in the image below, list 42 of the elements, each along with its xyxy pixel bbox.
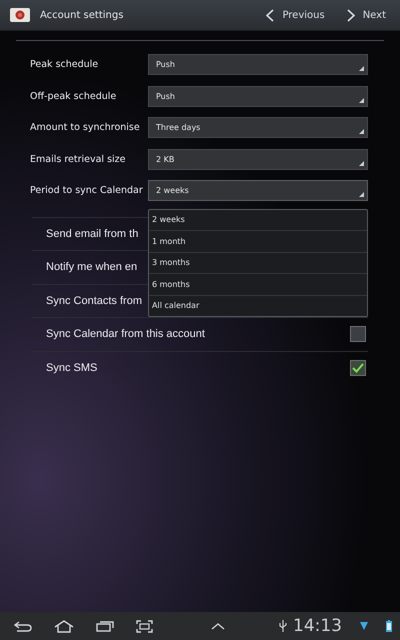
dropdown-arrow-icon: [359, 129, 364, 134]
dropdown[interactable]: 2 KB: [148, 148, 368, 170]
checkbox[interactable]: [350, 326, 366, 342]
screenshot-icon[interactable]: [136, 620, 153, 632]
menu-item[interactable]: 6 months: [149, 274, 367, 296]
setting-label: Sync Contacts from: [46, 294, 142, 307]
setting-label: Send email from th: [46, 228, 138, 240]
setting-label: Peak schedule: [30, 59, 100, 70]
wifi-icon: [360, 621, 368, 631]
next-button[interactable]: Next: [342, 8, 390, 22]
dropdown[interactable]: Three days: [148, 117, 368, 138]
app-icon: [10, 8, 30, 22]
menu-item[interactable]: 2 weeks: [149, 210, 367, 231]
dropdown[interactable]: Push: [148, 86, 368, 107]
setting-label: Off-peak schedule: [30, 90, 118, 102]
recent-apps-icon[interactable]: [96, 620, 114, 632]
dropdown-arrow-icon: [359, 98, 364, 103]
setting-label: Sync Calendar from this account: [46, 328, 205, 340]
clock: 14:13: [293, 616, 342, 636]
window-title: Account settings: [40, 10, 124, 20]
setting-label: Notify me when en: [46, 261, 138, 274]
dropdown-arrow-icon: [359, 66, 364, 72]
setting-label: Period to sync Calendar: [30, 185, 144, 196]
chevron-right-icon: [346, 8, 355, 22]
caret-icon[interactable]: [211, 622, 225, 630]
usb-icon: [279, 620, 287, 632]
setting-label: Amount to synchronise: [30, 122, 141, 134]
dropdown-arrow-icon: [359, 160, 364, 166]
back-icon[interactable]: [14, 620, 32, 632]
menu-item[interactable]: 1 month: [149, 231, 367, 252]
home-icon[interactable]: [54, 620, 74, 632]
dropdown[interactable]: 2 weeks: [148, 180, 368, 202]
setting-label: Sync SMS: [46, 362, 98, 374]
setting-label: Emails retrieval size: [30, 154, 127, 165]
dropdown[interactable]: Push: [148, 54, 368, 76]
previous-button[interactable]: Previous: [262, 8, 329, 22]
dropdown-arrow-icon: [359, 192, 364, 198]
chevron-left-icon: [266, 8, 274, 22]
menu-item[interactable]: 3 months: [149, 252, 367, 274]
battery-icon: [386, 620, 392, 632]
menu-item[interactable]: All calendar: [149, 296, 367, 316]
checkbox[interactable]: [350, 360, 366, 376]
